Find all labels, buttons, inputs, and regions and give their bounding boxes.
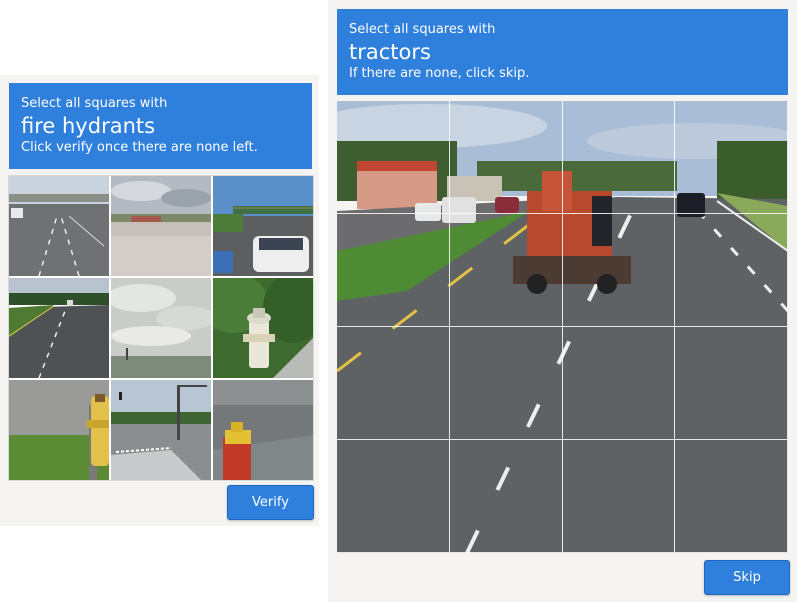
grid-cell[interactable] xyxy=(337,101,450,214)
grid-cell[interactable] xyxy=(449,327,563,440)
prompt-instruction: Click verify once there are none left. xyxy=(21,140,258,155)
selection-grid-4x4 xyxy=(337,101,788,553)
grid-cell[interactable] xyxy=(449,101,563,214)
grid-cell[interactable] xyxy=(449,214,563,327)
grid-cell[interactable] xyxy=(449,440,563,553)
image-tile[interactable] xyxy=(9,176,109,276)
image-tile[interactable] xyxy=(213,380,313,480)
grid-cell[interactable] xyxy=(675,214,788,327)
image-tile[interactable] xyxy=(9,278,109,378)
image-tile[interactable] xyxy=(111,176,211,276)
captcha-panel-tractors: Select all squares with tractors If ther… xyxy=(328,0,797,602)
prompt-instruction: If there are none, click skip. xyxy=(349,66,530,81)
image-tile[interactable] xyxy=(213,176,313,276)
grid-cell[interactable] xyxy=(675,101,788,214)
image-grid-3x3 xyxy=(8,175,314,481)
prompt-intro: Select all squares with xyxy=(21,96,168,111)
image-tile[interactable] xyxy=(111,278,211,378)
prompt-target: fire hydrants xyxy=(21,114,156,138)
grid-cell[interactable] xyxy=(562,327,676,440)
grid-cell[interactable] xyxy=(562,440,676,553)
grid-cell[interactable] xyxy=(562,214,676,327)
image-tile[interactable] xyxy=(213,278,313,378)
grid-cell[interactable] xyxy=(337,440,450,553)
image-tile[interactable] xyxy=(111,380,211,480)
grid-cell[interactable] xyxy=(337,327,450,440)
challenge-header: Select all squares with fire hydrants Cl… xyxy=(9,83,312,169)
grid-cell[interactable] xyxy=(675,327,788,440)
challenge-header: Select all squares with tractors If ther… xyxy=(337,9,788,95)
captcha-panel-fire-hydrants: Select all squares with fire hydrants Cl… xyxy=(0,75,319,526)
challenge-image-road-with-tractor xyxy=(337,101,788,553)
grid-cell[interactable] xyxy=(675,440,788,553)
grid-cell[interactable] xyxy=(562,101,676,214)
skip-button[interactable]: Skip xyxy=(704,560,790,595)
prompt-intro: Select all squares with xyxy=(349,22,496,37)
prompt-target: tractors xyxy=(349,40,431,64)
verify-button[interactable]: Verify xyxy=(227,485,314,520)
grid-cell[interactable] xyxy=(337,214,450,327)
image-tile[interactable] xyxy=(9,380,109,480)
